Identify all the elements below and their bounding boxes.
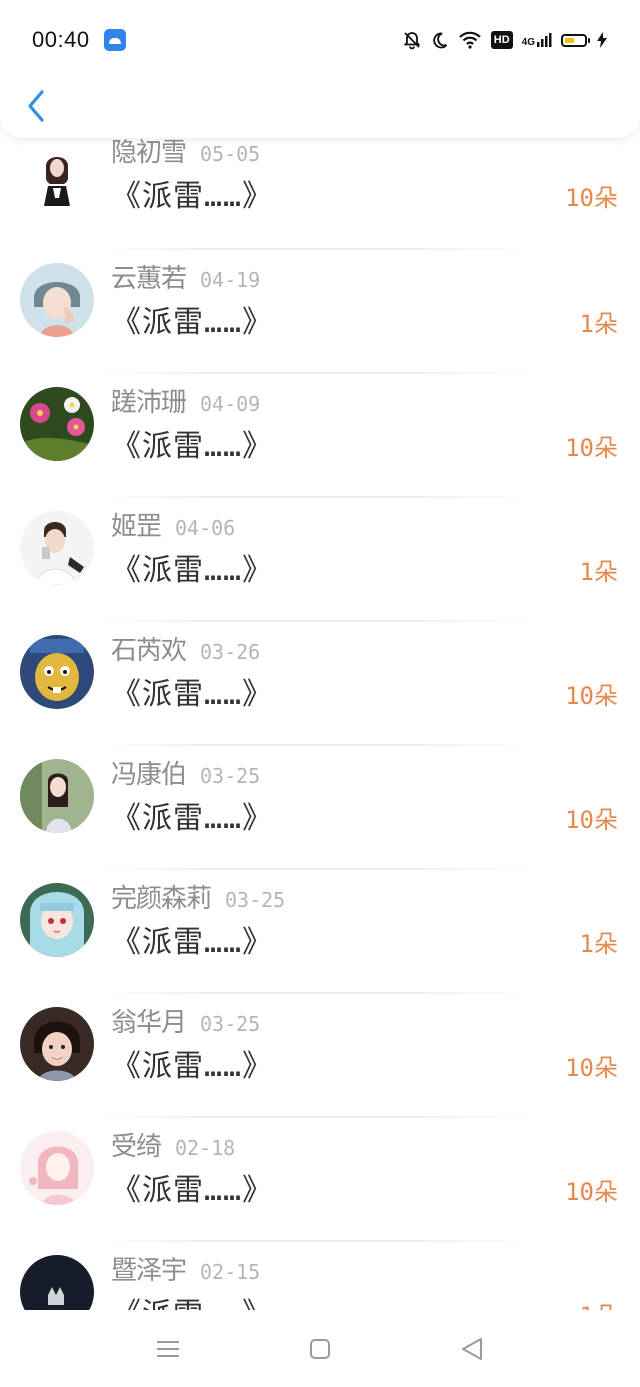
username[interactable]: 石芮欢 xyxy=(111,636,187,666)
list-item[interactable]: 云蕙若 04-19 《派雷……》 1朵 xyxy=(0,250,640,374)
username[interactable]: 受绮 xyxy=(111,1132,162,1162)
date: 04-19 xyxy=(200,268,261,292)
battery-icon xyxy=(561,33,590,47)
gift-count: 10朵 xyxy=(565,1054,618,1082)
network-type: 4G xyxy=(521,37,535,48)
name-line: 石芮欢 03-26 xyxy=(111,630,260,667)
date: 03-26 xyxy=(200,640,261,664)
avatar xyxy=(20,387,94,461)
gift-count: 10朵 xyxy=(565,806,618,834)
list-item[interactable]: 石芮欢 03-26 《派雷……》 10朵 xyxy=(0,622,640,746)
name-line: 云蕙若 04-19 xyxy=(111,258,260,295)
mute-bell-icon xyxy=(402,30,422,50)
username[interactable]: 姬罡 xyxy=(111,512,162,542)
date: 03-25 xyxy=(225,888,286,912)
list-item[interactable]: 蹉沛珊 04-09 《派雷……》 10朵 xyxy=(0,374,640,498)
system-nav-bar xyxy=(0,1310,640,1387)
gift-text: 《派雷……》 xyxy=(111,429,274,464)
list-item[interactable]: 完颜森莉 03-25 《派雷……》 1朵 xyxy=(0,870,640,994)
avatar xyxy=(20,635,94,709)
gift-count: 10朵 xyxy=(565,682,618,710)
moon-icon xyxy=(431,31,449,49)
date: 03-25 xyxy=(200,764,261,788)
gift-text: 《派雷……》 xyxy=(111,1173,274,1208)
avatar xyxy=(20,263,94,337)
date: 04-06 xyxy=(175,516,236,540)
name-line: 冯康伯 03-25 xyxy=(111,754,260,791)
gift-count: 10朵 xyxy=(565,1178,618,1206)
charging-icon xyxy=(596,31,608,49)
signal-icon: 4G xyxy=(522,32,552,48)
name-line: 完颜森莉 03-25 xyxy=(111,878,285,915)
name-line: 受绮 02-18 xyxy=(111,1126,235,1163)
avatar xyxy=(20,1007,94,1081)
name-line: 姬罡 04-06 xyxy=(111,506,235,543)
username[interactable]: 云蕙若 xyxy=(111,264,187,294)
app-badge-icon xyxy=(103,29,126,51)
menu-icon xyxy=(157,1341,179,1357)
username[interactable]: 翁华月 xyxy=(111,1008,187,1038)
gift-record-list: 隐初雪 05-05 《派雷……》 10朵 云蕙若 04-19 《派雷……》 1朵 蹉… xyxy=(0,138,640,1310)
gift-count: 10朵 xyxy=(565,184,618,212)
home-button[interactable] xyxy=(300,1334,340,1364)
name-line: 翁华月 03-25 xyxy=(111,1002,260,1039)
gift-count: 10朵 xyxy=(565,434,618,462)
gift-text: 《派雷……》 xyxy=(111,1289,273,1310)
list-item[interactable]: 姬罡 04-06 《派雷……》 1朵 xyxy=(0,498,640,622)
list-item[interactable]: 冯康伯 03-25 《派雷……》 10朵 xyxy=(0,746,640,870)
username[interactable]: 隐初雪 xyxy=(111,138,187,168)
list-item[interactable]: 受绮 02-18 《派雷……》 10朵 xyxy=(0,1118,640,1242)
hd-icon: HD xyxy=(490,31,513,49)
list-item[interactable]: 暨泽宇 02-15 《派雷……》 1朵 xyxy=(0,1242,640,1310)
date: 02-15 xyxy=(200,1260,261,1284)
back-button[interactable] xyxy=(18,84,54,128)
list-item[interactable]: 翁华月 03-25 《派雷……》 10朵 xyxy=(0,994,640,1118)
status-time: 00:40 xyxy=(32,27,90,52)
gift-text: 《派雷……》 xyxy=(111,179,274,214)
wifi-icon xyxy=(458,31,482,49)
gift-text: 《派雷……》 xyxy=(111,925,274,960)
date: 02-18 xyxy=(175,1136,236,1160)
avatar xyxy=(20,1131,94,1205)
avatar xyxy=(20,1255,94,1310)
status-bar: 00:40 HD 4G xyxy=(0,0,640,80)
username[interactable]: 蹉沛珊 xyxy=(111,388,187,418)
avatar xyxy=(20,511,94,585)
header xyxy=(0,80,640,138)
gift-text: 《派雷……》 xyxy=(111,305,274,340)
gift-count: 1朵 xyxy=(579,310,618,338)
name-line: 蹉沛珊 04-09 xyxy=(111,382,260,419)
home-square-icon xyxy=(310,1339,330,1359)
gift-text: 《派雷……》 xyxy=(111,677,274,712)
gift-count: 1朵 xyxy=(580,1296,618,1310)
avatar xyxy=(20,138,94,210)
avatar xyxy=(20,883,94,957)
status-icons: HD 4G xyxy=(402,30,608,50)
username[interactable]: 完颜森莉 xyxy=(111,884,212,914)
date: 04-09 xyxy=(200,392,261,416)
gift-text: 《派雷……》 xyxy=(111,801,274,836)
gift-count: 1朵 xyxy=(579,558,618,586)
gift-count: 1朵 xyxy=(579,930,618,958)
date: 05-05 xyxy=(200,142,261,166)
username[interactable]: 冯康伯 xyxy=(111,760,187,790)
date: 03-25 xyxy=(200,1012,261,1036)
username[interactable]: 暨泽宇 xyxy=(111,1256,187,1286)
list-item[interactable]: 隐初雪 05-05 《派雷……》 10朵 xyxy=(0,138,640,250)
name-line: 隐初雪 05-05 xyxy=(111,138,260,169)
gift-text: 《派雷……》 xyxy=(111,1049,274,1084)
menu-button[interactable] xyxy=(148,1334,188,1364)
gift-text: 《派雷……》 xyxy=(111,553,274,588)
name-line: 暨泽宇 02-15 xyxy=(111,1250,260,1287)
back-triangle-icon xyxy=(462,1338,482,1360)
back-nav-button[interactable] xyxy=(452,1334,492,1364)
avatar xyxy=(20,759,94,833)
chevron-left-icon xyxy=(28,90,44,122)
